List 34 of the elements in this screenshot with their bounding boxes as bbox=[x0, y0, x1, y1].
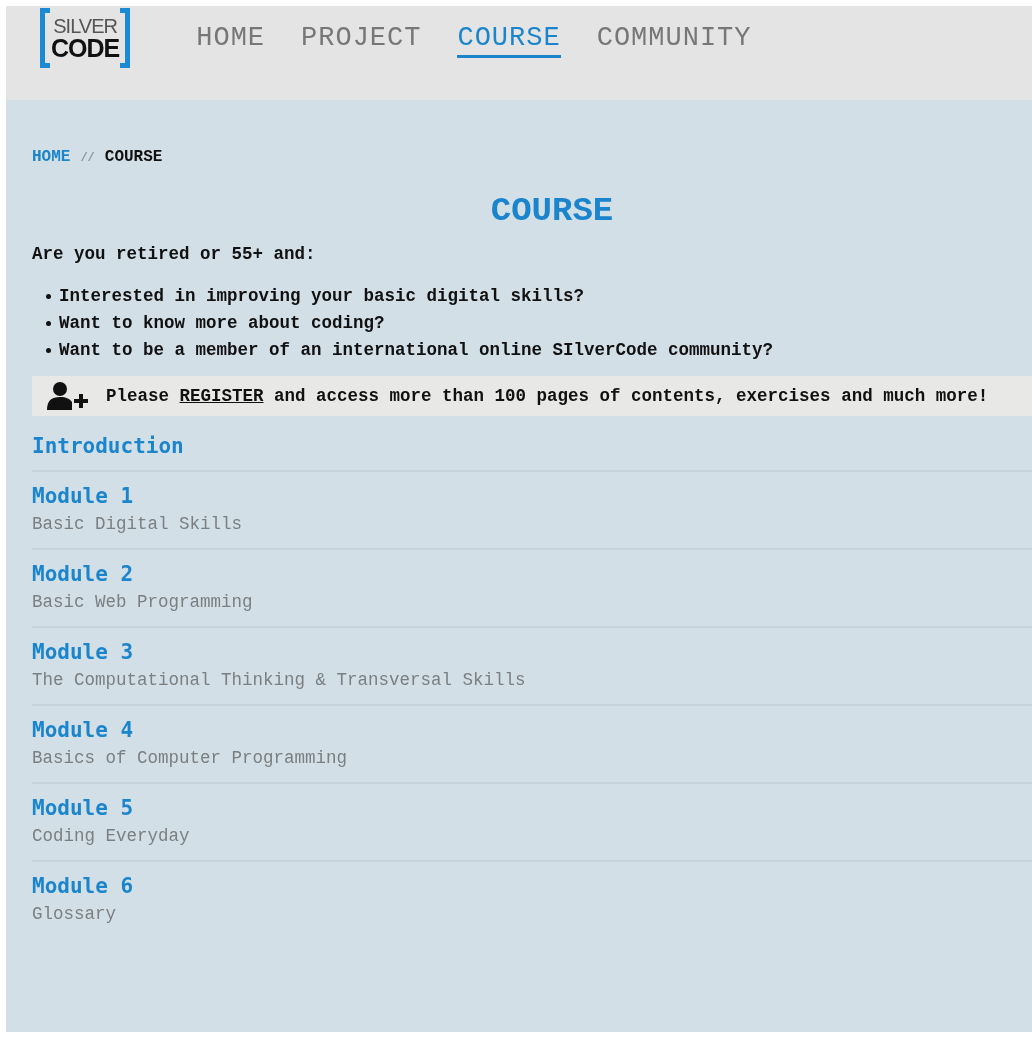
register-text: Please REGISTER and access more than 100 pages of contents, exercises and much more! bbox=[106, 386, 989, 406]
module-link[interactable]: Module 1 bbox=[32, 484, 1032, 508]
page-title: COURSE bbox=[489, 192, 615, 230]
module-link[interactable]: Module 5 bbox=[32, 796, 1032, 820]
module-link[interactable]: Module 6 bbox=[32, 874, 1032, 898]
module-description: Basic Digital Skills bbox=[32, 514, 244, 534]
module-link[interactable]: Module 4 bbox=[32, 718, 1032, 742]
nav-link[interactable]: COMMUNITY bbox=[596, 23, 752, 58]
logo[interactable]: SILVER CODE bbox=[40, 8, 131, 68]
bullet-icon bbox=[46, 320, 51, 326]
nav-link[interactable]: PROJECT bbox=[301, 23, 422, 58]
nav-link[interactable]: HOME bbox=[196, 23, 266, 58]
module-description: The Computational Thinking & Transversal Skills bbox=[32, 670, 527, 690]
bracket-icon bbox=[120, 8, 131, 68]
register-link[interactable]: REGISTER bbox=[179, 386, 264, 406]
intro-text: Are you retired or 55+ and: bbox=[32, 244, 317, 264]
module-link[interactable]: Introduction bbox=[32, 434, 1032, 458]
bullet-text: Want to be a member of an international online SIlverCode community? bbox=[59, 340, 774, 360]
bullet-icon bbox=[46, 347, 51, 353]
module-link[interactable]: Module 3 bbox=[32, 640, 1032, 664]
module-description: Basic Web Programming bbox=[32, 592, 254, 612]
module-description: Basics of Computer Programming bbox=[32, 748, 349, 768]
module-description: Glossary bbox=[32, 904, 117, 924]
breadcrumb-item[interactable]: HOME bbox=[32, 148, 71, 166]
bracket-icon bbox=[40, 8, 50, 68]
add-user-icon bbox=[46, 381, 90, 411]
breadcrumb-item[interactable]: COURSE bbox=[104, 148, 163, 166]
module-description: Coding Everyday bbox=[32, 826, 191, 846]
bullet-icon bbox=[46, 293, 51, 299]
bullet-text: Want to know more about coding? bbox=[59, 313, 385, 333]
breadcrumb-separator: // bbox=[80, 151, 95, 165]
nav-link[interactable]: COURSE bbox=[457, 23, 561, 58]
module-link[interactable]: Module 2 bbox=[32, 562, 1032, 586]
bullet-text: Interested in improving your basic digital skills? bbox=[59, 286, 585, 306]
